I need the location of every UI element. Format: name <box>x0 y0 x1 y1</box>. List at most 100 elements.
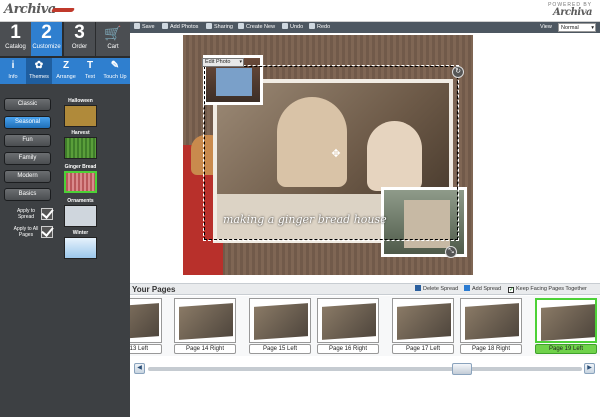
move-icon[interactable]: ✥ <box>330 148 342 160</box>
add-photos-button[interactable]: Add Photos <box>162 23 198 32</box>
arrange-icon: Z <box>62 60 70 71</box>
redo-button[interactable]: Redo <box>309 23 330 32</box>
thumb-preview <box>179 303 233 340</box>
step-label: Customize <box>32 44 61 50</box>
apply-check-icon <box>41 208 53 220</box>
palette-icon: ✿ <box>34 60 44 71</box>
add-spread-label: Add Spread <box>472 286 502 292</box>
step-order[interactable]: 3 Order <box>64 22 95 56</box>
scroll-track[interactable] <box>148 367 582 371</box>
brand-logo[interactable]: Archiva <box>4 2 76 17</box>
step-cart[interactable]: 🛒 Cart <box>96 22 130 56</box>
tab-themes[interactable]: ✿ Themes <box>26 58 52 84</box>
pages-bar: Your Pages Delete Spread Add Spread Keep… <box>130 283 600 295</box>
add-icon <box>464 285 470 291</box>
create-new-icon <box>238 23 244 29</box>
rotate-icon[interactable]: ↻ <box>452 66 464 78</box>
add-photos-icon <box>162 23 168 29</box>
header: Archiva POWERED BY Archiva <box>0 0 600 22</box>
theme-harvest[interactable]: Harvest <box>63 130 98 159</box>
sharing-icon <box>206 23 212 29</box>
theme-swatch <box>64 137 97 159</box>
category-basics[interactable]: Basics <box>4 188 51 201</box>
thumb-label: Page 15 Left <box>249 344 311 354</box>
edit-photo-dropdown[interactable]: Edit Photo <box>202 58 244 67</box>
step-customize[interactable]: 2 Customize <box>31 22 62 56</box>
save-button[interactable]: Save <box>134 23 155 32</box>
scroll-right-button[interactable]: ▶ <box>584 363 595 374</box>
theme-swatch <box>64 171 97 193</box>
partner-logo: Archiva <box>553 7 592 18</box>
apply-to-spread-button[interactable]: Apply to Spread <box>8 208 58 220</box>
left-panel: 1 Catalog 2 Customize 3 Order 🛒 Cart i I… <box>0 22 130 417</box>
tab-arrange[interactable]: Z Arrange <box>53 58 79 84</box>
page-thumb-13[interactable]: Page 13 Left <box>130 298 162 354</box>
category-fun[interactable]: Fun <box>4 134 51 147</box>
app-window: Archiva POWERED BY Archiva 1 Catalog 2 C… <box>0 0 600 417</box>
tab-touch-up[interactable]: ✎ Touch Up <box>101 58 129 84</box>
page-thumb-14[interactable]: Page 14 Right <box>174 298 236 354</box>
create-new-button[interactable]: Create New <box>238 23 275 32</box>
thumb-label: Page 14 Right <box>174 344 236 354</box>
page-thumb-17[interactable]: Page 17 Left <box>392 298 454 354</box>
tab-label: Touch Up <box>103 74 127 80</box>
undo-button[interactable]: Undo <box>282 23 303 32</box>
keep-facing-checkbox[interactable]: Keep Facing Pages Together <box>508 284 587 295</box>
step-catalog[interactable]: 1 Catalog <box>0 22 31 56</box>
category-seasonal[interactable]: Seasonal <box>4 116 51 129</box>
scroll-thumb[interactable] <box>452 363 472 375</box>
page-spread[interactable]: making a ginger bread house <box>183 35 473 275</box>
view-label: View <box>540 24 552 30</box>
thumb-image <box>174 298 236 343</box>
theme-name: Winter <box>72 230 89 236</box>
theme-swatch <box>64 205 97 227</box>
step-label: Cart <box>107 44 119 50</box>
redo-label: Redo <box>317 24 331 30</box>
thumb-label: Page 16 Right <box>317 344 379 354</box>
pages-title: Your Pages <box>132 285 176 294</box>
checkbox-icon <box>508 287 514 293</box>
view-select[interactable]: Normal <box>558 23 596 32</box>
sharing-label: Sharing <box>214 24 233 30</box>
text-icon: T <box>86 60 94 71</box>
page-thumb-16[interactable]: Page 16 Right <box>317 298 379 354</box>
apply-to-all-button[interactable]: Apply to All Pages <box>8 226 58 238</box>
tab-info[interactable]: i Info <box>2 58 24 84</box>
undo-icon <box>282 23 288 29</box>
thumb-preview <box>397 303 451 340</box>
tab-label: Themes <box>29 74 49 80</box>
delete-icon <box>415 285 421 291</box>
add-spread-button[interactable]: Add Spread <box>464 284 501 295</box>
thumb-image <box>460 298 522 343</box>
category-classic[interactable]: Classic <box>4 98 51 111</box>
undo-label: Undo <box>290 24 304 30</box>
category-modern[interactable]: Modern <box>4 170 51 183</box>
tab-label: Info <box>8 74 18 80</box>
save-label: Save <box>142 24 155 30</box>
theme-halloween[interactable]: Halloween <box>63 98 98 127</box>
theme-swatch <box>64 237 97 259</box>
theme-ornaments[interactable]: Ornaments <box>63 198 98 227</box>
page-thumb-19[interactable]: Page 19 Left <box>535 298 597 354</box>
thumb-image <box>535 298 597 343</box>
category-family[interactable]: Family <box>4 152 51 165</box>
pencil-icon: ✎ <box>110 60 120 71</box>
tab-text[interactable]: T Text <box>80 58 100 84</box>
page-thumb-18[interactable]: Page 18 Right <box>460 298 522 354</box>
thumb-preview <box>130 303 159 340</box>
resize-icon[interactable]: ⤡ <box>445 246 457 258</box>
delete-spread-button[interactable]: Delete Spread <box>415 284 458 295</box>
theme-ginger-bread[interactable]: Ginger Bread <box>63 164 98 193</box>
chevron-left-icon: ◀ <box>137 365 142 371</box>
sharing-button[interactable]: Sharing <box>206 23 233 32</box>
logo-swoosh-icon <box>50 8 76 12</box>
theme-name: Halloween <box>68 98 93 104</box>
brand-logo-text: Archiva <box>4 2 56 17</box>
bottom-area <box>130 378 600 417</box>
theme-winter[interactable]: Winter <box>63 230 98 259</box>
theme-name: Ginger Bread <box>64 164 97 170</box>
page-thumbnail-strip: Page 13 Left Page 14 Right Page 15 Left … <box>130 296 600 356</box>
scroll-left-button[interactable]: ◀ <box>134 363 145 374</box>
page-thumb-15[interactable]: Page 15 Left <box>249 298 311 354</box>
theme-name: Ornaments <box>67 198 94 204</box>
